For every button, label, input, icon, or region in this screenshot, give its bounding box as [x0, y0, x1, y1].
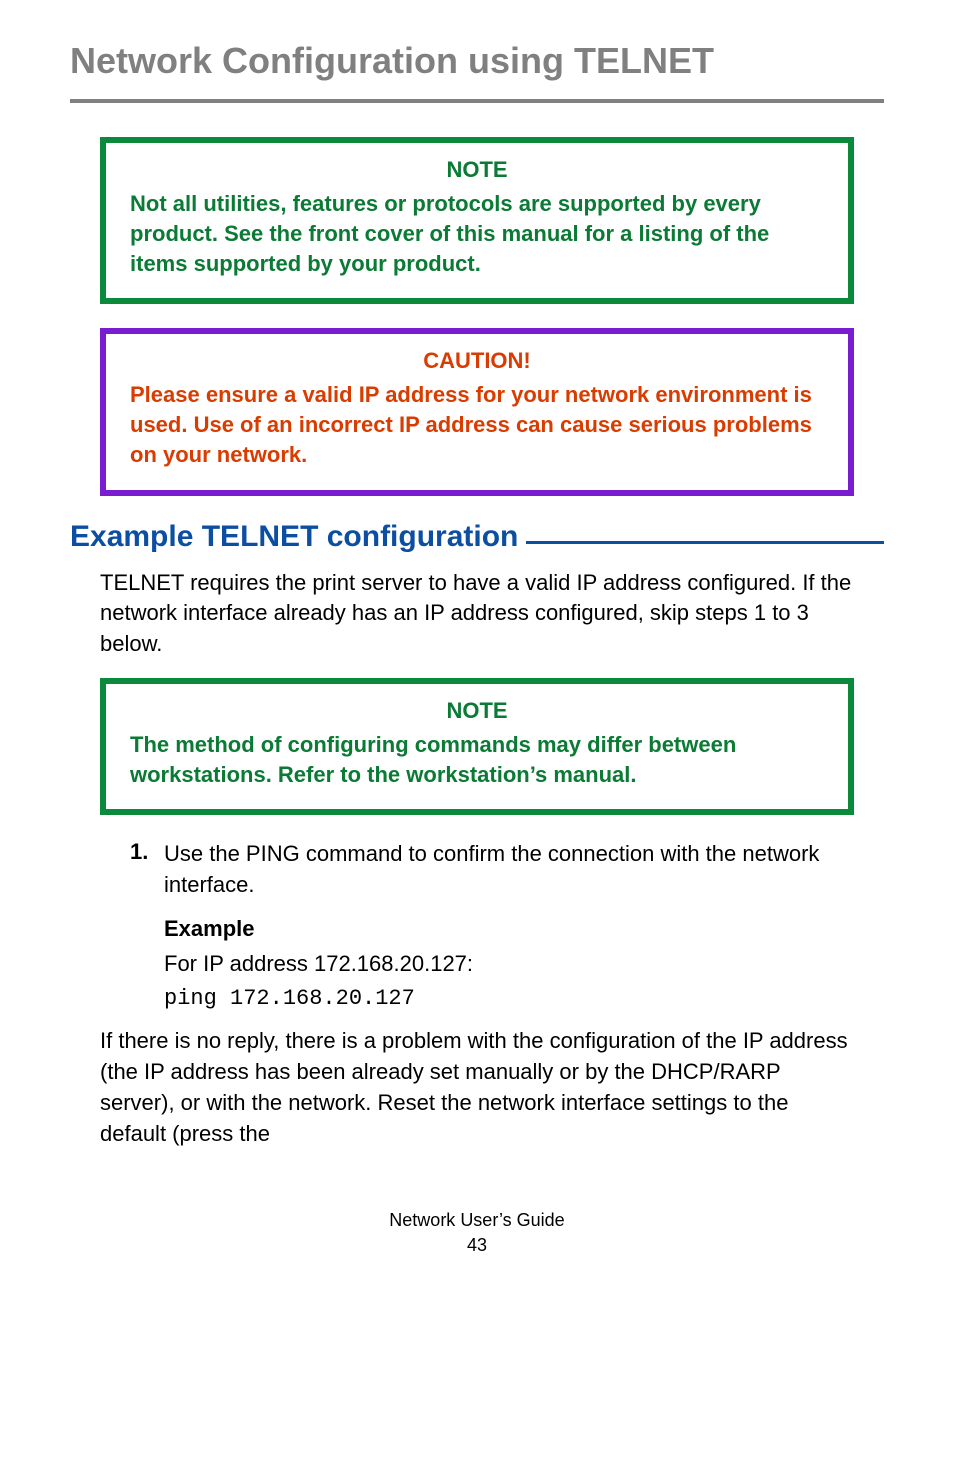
example-label-text: Example: [164, 916, 255, 941]
list-item-text: Use the PING command to confirm the conn…: [164, 839, 884, 901]
list-item: 1. Use the PING command to confirm the c…: [130, 839, 884, 901]
section-heading: Example TELNET configuration: [70, 520, 884, 554]
title-rule: [70, 99, 884, 103]
note-body: Not all utilities, features or protocols…: [130, 189, 824, 278]
section-heading-rule: [526, 541, 884, 544]
example-text: For IP address 172.168.20.127:: [164, 946, 884, 981]
note-box-1: NOTE Not all utilities, features or prot…: [100, 137, 854, 304]
page-title: Network Configuration using TELNET: [70, 40, 884, 81]
note-title: NOTE: [130, 157, 824, 183]
footer-page-number: 43: [70, 1235, 884, 1256]
section-heading-text: Example TELNET configuration: [70, 520, 518, 554]
continuation-paragraph: If there is no reply, there is a problem…: [100, 1026, 854, 1149]
list-item-number: 1.: [130, 839, 164, 901]
caution-box: CAUTION! Please ensure a valid IP addres…: [100, 328, 854, 495]
note-body-2: The method of configuring commands may d…: [130, 730, 824, 789]
intro-paragraph: TELNET requires the print server to have…: [100, 568, 854, 660]
command-line: ping 172.168.20.127: [164, 981, 884, 1016]
footer-title: Network User’s Guide: [389, 1210, 564, 1230]
caution-body: Please ensure a valid IP address for you…: [130, 380, 824, 469]
note-box-2: NOTE The method of configuring commands …: [100, 678, 854, 815]
page-footer: Network User’s Guide 43: [70, 1210, 884, 1256]
example-label: Example: [164, 911, 884, 946]
ordered-list: 1. Use the PING command to confirm the c…: [130, 839, 884, 901]
page: Network Configuration using TELNET NOTE …: [0, 0, 954, 1316]
caution-title: CAUTION!: [130, 348, 824, 374]
note-title-2: NOTE: [130, 698, 824, 724]
